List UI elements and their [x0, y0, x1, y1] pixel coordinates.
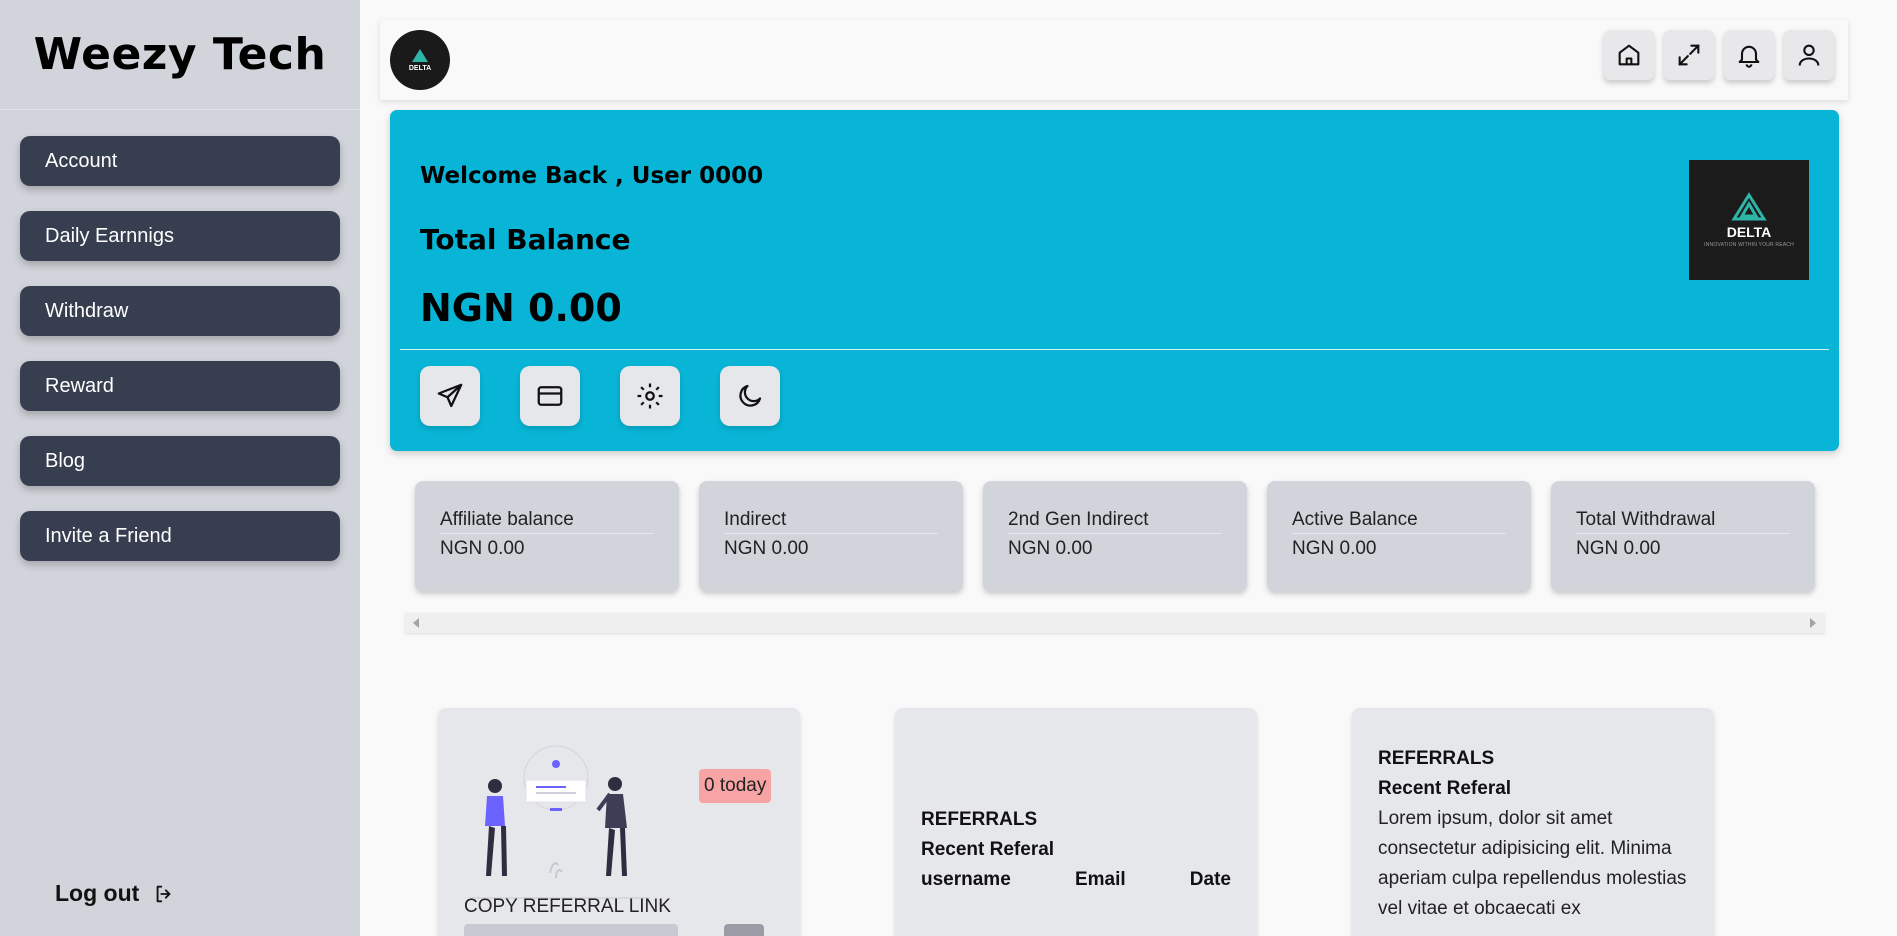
logo-name: DELTA	[1726, 224, 1772, 240]
referrals-title: REFERRALS	[921, 809, 1038, 830]
balance-hero: Welcome Back , User 0000 Total Balance N…	[390, 110, 1839, 451]
delta-logo: DELTA INNOVATION WITHIN YOUR REACH	[1689, 160, 1809, 280]
scroll-right-icon[interactable]	[1810, 618, 1816, 628]
sidebar-item-reward[interactable]: Reward	[20, 361, 340, 411]
avatar-text: DELTA	[408, 64, 432, 72]
recent-referral-subtitle: Recent Referal	[1378, 778, 1512, 799]
column-email: Email	[1074, 869, 1126, 890]
delta-logo-icon	[412, 48, 428, 62]
horizontal-scrollbar[interactable]	[405, 613, 1824, 633]
today-count-badge: 0 today	[699, 769, 772, 803]
settings-icon	[637, 383, 663, 409]
total-balance-amount: NGN 0.00	[420, 286, 622, 330]
referrals-text-block: REFERRALS Recent Referal Lorem ipsum, do…	[1378, 744, 1698, 924]
expand-icon	[1678, 44, 1700, 66]
welcome-text: Welcome Back , User 0000	[420, 163, 764, 189]
logout-label: Log out	[55, 880, 140, 906]
column-username: username	[921, 869, 1011, 890]
sidebar-item-label: Account	[45, 149, 118, 172]
sidebar-nav: Account Daily Earnnigs Withdraw Reward B…	[0, 110, 360, 561]
bell-icon	[1738, 45, 1760, 68]
stat-label: Active Balance	[1292, 509, 1506, 534]
sidebar-item-label: Withdraw	[45, 299, 129, 322]
sidebar-item-label: Invite a Friend	[45, 524, 172, 547]
stat-card-indirect: Indirect NGN 0.00	[699, 481, 963, 591]
user-icon	[1798, 44, 1820, 66]
brand: Weezy Tech	[0, 0, 360, 110]
logout-button[interactable]: Log out	[55, 880, 175, 907]
delta-triangle-icon	[1731, 192, 1767, 221]
avatar[interactable]: DELTA	[390, 30, 450, 90]
sidebar: Weezy Tech Account Daily Earnnigs Withdr…	[0, 0, 360, 936]
stat-label: Affiliate balance	[440, 509, 654, 534]
stats-row: Affiliate balance NGN 0.00 Indirect NGN …	[415, 481, 1815, 591]
brand-title: Weezy Tech	[33, 29, 327, 80]
stat-card-active: Active Balance NGN 0.00	[1267, 481, 1531, 591]
stat-value: NGN 0.00	[1292, 538, 1377, 559]
sidebar-item-daily-earnings[interactable]: Daily Earnnigs	[20, 211, 340, 261]
stat-value: NGN 0.00	[1008, 538, 1093, 559]
copy-referral-label: COPY REFERRAL LINK	[464, 896, 671, 917]
referrals-title: REFERRALS	[1378, 748, 1495, 769]
sidebar-item-account[interactable]: Account	[20, 136, 340, 186]
card-button[interactable]	[520, 366, 580, 426]
logo-tagline: INNOVATION WITHIN YOUR REACH	[1704, 242, 1794, 248]
hero-actions	[420, 366, 780, 426]
stat-value: NGN 0.00	[724, 538, 809, 559]
referral-link-input[interactable]	[464, 924, 678, 936]
referral-link-card: 0 today COPY REFERRAL LINK	[438, 708, 800, 936]
top-icons	[1604, 30, 1834, 80]
sidebar-item-blog[interactable]: Blog	[20, 436, 340, 486]
stat-card-total-withdrawal: Total Withdrawal NGN 0.00	[1551, 481, 1815, 591]
home-icon	[1618, 44, 1640, 66]
card-icon	[537, 386, 563, 406]
sidebar-item-withdraw[interactable]: Withdraw	[20, 286, 340, 336]
referrals-body-text: Lorem ipsum, dolor sit amet consectetur …	[1378, 808, 1687, 919]
top-bar: DELTA	[380, 20, 1848, 100]
dark-mode-button[interactable]	[720, 366, 780, 426]
fullscreen-button[interactable]	[1664, 30, 1714, 80]
referral-illustration	[470, 745, 650, 899]
send-icon	[437, 383, 463, 408]
send-button[interactable]	[420, 366, 480, 426]
stat-value: NGN 0.00	[1576, 538, 1661, 559]
stat-label: 2nd Gen Indirect	[1008, 509, 1222, 534]
profile-button[interactable]	[1784, 30, 1834, 80]
stat-value: NGN 0.00	[440, 538, 525, 559]
stat-label: Total Withdrawal	[1576, 509, 1790, 534]
recent-referral-subtitle: Recent Referal	[921, 839, 1055, 860]
sidebar-item-label: Reward	[45, 374, 114, 397]
scroll-left-icon[interactable]	[413, 618, 419, 628]
copy-link-button[interactable]	[724, 924, 764, 936]
stat-card-2nd-gen: 2nd Gen Indirect NGN 0.00	[983, 481, 1247, 591]
referrals-text-card: REFERRALS Recent Referal Lorem ipsum, do…	[1352, 708, 1714, 936]
stat-card-affiliate: Affiliate balance NGN 0.00	[415, 481, 679, 591]
logout-icon	[156, 885, 171, 902]
sidebar-item-invite-friend[interactable]: Invite a Friend	[20, 511, 340, 561]
referrals-table: REFERRALS Recent Referal username Email …	[921, 805, 1231, 891]
sidebar-item-label: Daily Earnnigs	[45, 224, 174, 247]
hero-divider	[400, 349, 1829, 350]
home-button[interactable]	[1604, 30, 1654, 80]
referrals-table-card: REFERRALS Recent Referal username Email …	[895, 708, 1257, 936]
total-balance-label: Total Balance	[420, 223, 631, 256]
moon-icon	[739, 384, 762, 407]
column-date: Date	[1189, 869, 1231, 890]
stat-label: Indirect	[724, 509, 938, 534]
settings-button[interactable]	[620, 366, 680, 426]
sidebar-item-label: Blog	[45, 449, 86, 472]
table-header: username Email Date	[921, 869, 1231, 891]
notifications-button[interactable]	[1724, 30, 1774, 80]
